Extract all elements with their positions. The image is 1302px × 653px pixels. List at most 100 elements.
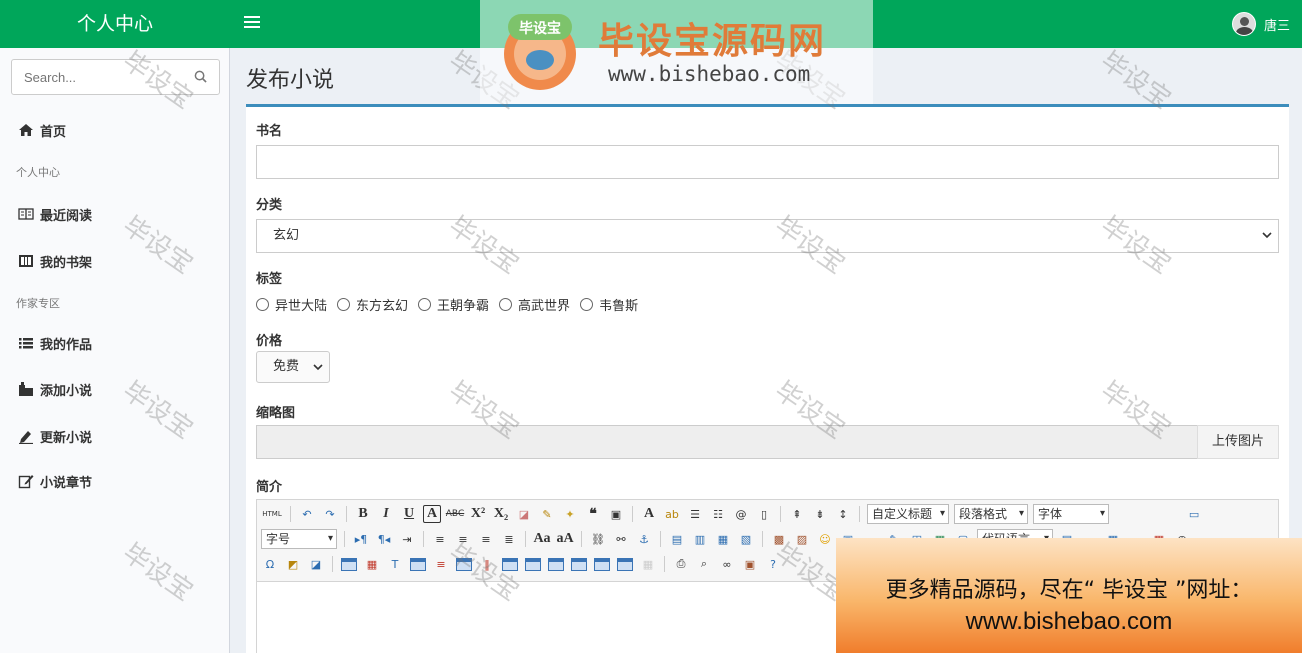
- ltr-direction-icon[interactable]: ▸¶: [352, 530, 370, 548]
- category-select[interactable]: 玄幻: [256, 219, 1279, 253]
- paste-text-icon[interactable]: ▣: [607, 505, 625, 523]
- search-icon[interactable]: [194, 70, 207, 83]
- image-none-icon[interactable]: ▤: [668, 530, 686, 548]
- align-justify-icon[interactable]: ≣: [500, 530, 518, 548]
- merge-right-icon[interactable]: [525, 557, 541, 571]
- font-color-icon[interactable]: A: [640, 505, 658, 523]
- user-menu[interactable]: 唐三: [1231, 11, 1290, 37]
- font-border-icon[interactable]: A: [423, 505, 441, 523]
- radio-button[interactable]: [580, 298, 594, 311]
- emotion-icon[interactable]: ☺: [816, 530, 834, 548]
- bold-icon[interactable]: B: [354, 505, 372, 523]
- subscript-icon[interactable]: X₂: [492, 505, 510, 523]
- search-replace-icon[interactable]: ◩: [284, 555, 302, 573]
- align-right-icon[interactable]: ≡: [477, 530, 495, 548]
- tag-radio[interactable]: 异世大陆: [256, 295, 327, 314]
- line-height-icon[interactable]: ↕: [834, 505, 852, 523]
- word-image-icon[interactable]: ◪: [307, 555, 325, 573]
- delete-col-icon[interactable]: ‖: [478, 555, 496, 573]
- sidebar-item-label: 我的书架: [40, 255, 93, 271]
- paragraph-format-select[interactable]: 段落格式: [954, 504, 1029, 524]
- fullscreen-icon[interactable]: ▭: [1185, 505, 1203, 523]
- insert-image-icon[interactable]: ▨: [793, 530, 811, 548]
- lowercase-icon[interactable]: aA: [556, 530, 574, 548]
- radio-button[interactable]: [499, 298, 513, 311]
- sidebar-item-add-novel[interactable]: 添加小说: [18, 377, 92, 401]
- tag-radio[interactable]: 韦鲁斯: [580, 295, 638, 314]
- undo-icon[interactable]: ↶: [298, 505, 316, 523]
- split-cols-icon[interactable]: [617, 557, 633, 571]
- print-icon[interactable]: ⎙: [672, 555, 690, 573]
- upload-image-button[interactable]: 上传图片: [1197, 425, 1279, 459]
- simple-upload-icon[interactable]: ▩: [770, 530, 788, 548]
- rtl-direction-icon[interactable]: ¶◂: [375, 530, 393, 548]
- font-size-select[interactable]: 字号: [261, 529, 337, 549]
- sidebar-item-chapters[interactable]: 小说章节: [18, 469, 92, 493]
- tag-radio[interactable]: 高武世界: [499, 295, 570, 314]
- highlight-icon[interactable]: ab: [663, 505, 681, 523]
- uppercase-icon[interactable]: Aa: [533, 530, 551, 548]
- strikethrough-icon[interactable]: ABC: [446, 505, 464, 523]
- promo-text: 更多精品源码，尽在“ 毕设宝 ”网址：: [885, 578, 1253, 603]
- row-spacing-top-icon[interactable]: ⇞: [788, 505, 806, 523]
- insert-paragraph-before-table-icon[interactable]: T: [386, 555, 404, 573]
- merge-down-icon[interactable]: [548, 557, 564, 571]
- image-center-icon[interactable]: ▧: [737, 530, 755, 548]
- image-right-icon[interactable]: ▦: [714, 530, 732, 548]
- redo-icon[interactable]: ↷: [321, 505, 339, 523]
- delete-table-icon[interactable]: ▦: [363, 555, 381, 573]
- help-icon[interactable]: ?: [764, 555, 782, 573]
- link-icon[interactable]: ⛓: [589, 530, 607, 548]
- eraser-icon[interactable]: ◪: [515, 505, 533, 523]
- sidebar-item-my-works[interactable]: 我的作品: [18, 331, 92, 355]
- radio-button[interactable]: [418, 298, 432, 311]
- brand-title[interactable]: 个人中心: [0, 0, 230, 48]
- blockquote-icon[interactable]: ❝: [584, 505, 602, 523]
- insert-row-icon[interactable]: [410, 557, 426, 571]
- sidebar-item-update-novel[interactable]: 更新小说: [18, 424, 92, 448]
- unlink-icon[interactable]: ⚯: [612, 530, 630, 548]
- search-input[interactable]: [12, 60, 182, 94]
- italic-icon[interactable]: I: [377, 505, 395, 523]
- radio-button[interactable]: [256, 298, 269, 311]
- row-spacing-bottom-icon[interactable]: ⇟: [811, 505, 829, 523]
- insert-table-icon[interactable]: [341, 557, 357, 571]
- sidebar-item-home[interactable]: 首页: [18, 118, 66, 142]
- indent-icon[interactable]: ⇥: [398, 530, 416, 548]
- preview-icon[interactable]: ⌕: [695, 555, 713, 573]
- superscript-icon[interactable]: X²: [469, 505, 487, 523]
- image-left-icon[interactable]: ▥: [691, 530, 709, 548]
- html-source-button[interactable]: HTML: [261, 505, 283, 523]
- promo-banner[interactable]: 更多精品源码，尽在“ 毕设宝 ”网址： www.bishebao.com: [836, 538, 1302, 653]
- split-cells-icon[interactable]: [571, 557, 587, 571]
- font-family-select[interactable]: 字体: [1033, 504, 1110, 524]
- search-binoculars-icon[interactable]: ∞: [718, 555, 736, 573]
- select-all-icon[interactable]: @: [732, 505, 750, 523]
- tag-radio[interactable]: 东方玄幻: [337, 295, 408, 314]
- split-rows-icon[interactable]: [594, 557, 610, 571]
- merge-cells-icon[interactable]: [502, 557, 518, 571]
- format-brush-icon[interactable]: ✎: [538, 505, 556, 523]
- align-left-icon[interactable]: ≡: [431, 530, 449, 548]
- ordered-list-icon[interactable]: ☰: [686, 505, 704, 523]
- clear-doc-icon[interactable]: ▯: [755, 505, 773, 523]
- align-center-icon[interactable]: ≡: [454, 530, 472, 548]
- book-name-input[interactable]: [256, 145, 1279, 179]
- special-chars-icon[interactable]: Ω: [261, 555, 279, 573]
- underline-icon[interactable]: U: [400, 505, 418, 523]
- unordered-list-icon[interactable]: ☷: [709, 505, 727, 523]
- sidebar-item-recent-reading[interactable]: 最近阅读: [18, 202, 92, 226]
- tag-radio[interactable]: 王朝争霸: [418, 295, 489, 314]
- sidebar-item-bookshelf[interactable]: 我的书架: [18, 249, 92, 273]
- drafts-icon[interactable]: ▣: [741, 555, 759, 573]
- menu-toggle-icon[interactable]: [244, 13, 260, 33]
- chart-icon[interactable]: ▦: [639, 555, 657, 573]
- auto-format-icon[interactable]: ✦: [561, 505, 579, 523]
- price-select[interactable]: 免费: [256, 351, 330, 383]
- sidebar-item-label: 我的作品: [40, 337, 93, 353]
- delete-row-icon[interactable]: ≡: [432, 555, 450, 573]
- custom-title-select[interactable]: 自定义标题: [867, 504, 950, 524]
- insert-col-icon[interactable]: [456, 557, 472, 571]
- anchor-icon[interactable]: ⚓: [635, 530, 653, 548]
- radio-button[interactable]: [337, 298, 351, 311]
